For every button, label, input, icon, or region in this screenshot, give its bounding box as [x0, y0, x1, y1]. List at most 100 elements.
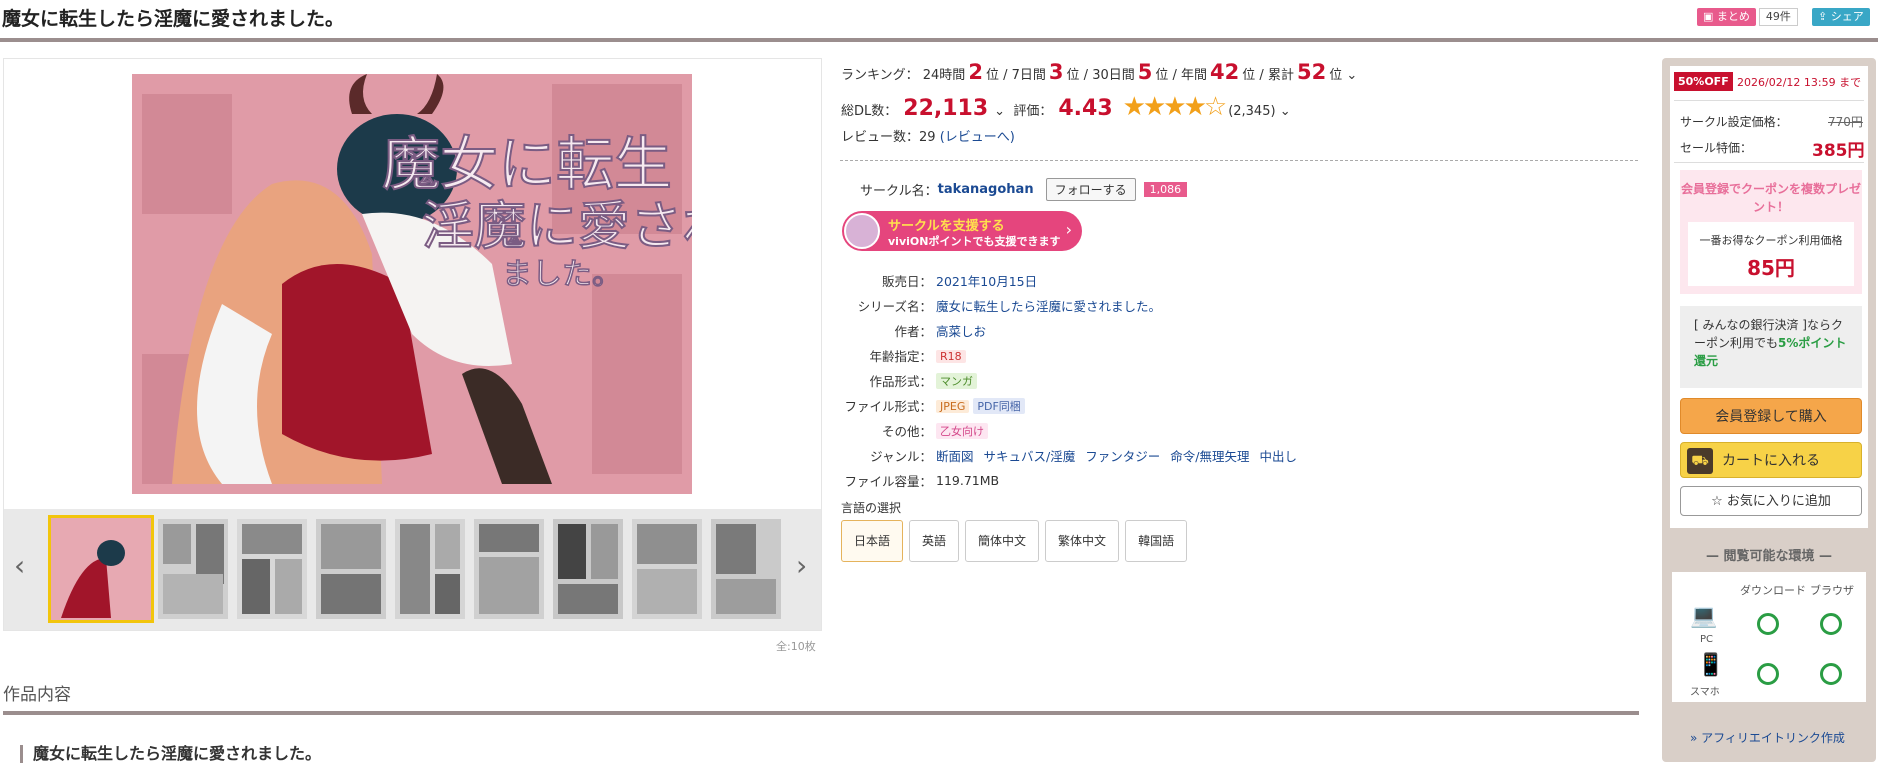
content-subtitle: 魔女に転生したら淫魔に愛されました。	[20, 745, 321, 763]
thumbnail-5[interactable]	[395, 519, 465, 619]
thumbnail-4[interactable]	[316, 519, 386, 619]
matome-button[interactable]: ▣ まとめ 49件	[1697, 8, 1798, 26]
review-link[interactable]: (レビューへ)	[940, 130, 1015, 145]
list-price: 770円	[1828, 115, 1863, 129]
rating-stars-icon: ★★★★☆	[1122, 92, 1228, 122]
release-date-link[interactable]: 2021年10月15日	[936, 274, 1037, 289]
thumbnail-1[interactable]	[48, 515, 154, 623]
rating-count: (2,345)	[1228, 104, 1276, 119]
prev-arrow-icon[interactable]: ‹	[14, 549, 25, 582]
lang-zh-hant-button[interactable]: 繁体中文	[1045, 520, 1120, 562]
age-tag[interactable]: R18	[936, 350, 966, 363]
matome-count: 49件	[1758, 8, 1798, 26]
share-button[interactable]: ⇪ シェア	[1812, 8, 1870, 26]
thumbnail-6[interactable]	[474, 519, 544, 619]
series-link[interactable]: 魔女に転生したら淫魔に愛されました。	[936, 299, 1161, 314]
file-pdf-tag[interactable]: PDF同梱	[973, 397, 1025, 414]
sale-price: 385円	[1812, 141, 1865, 161]
support-circle-banner[interactable]: サークルを支援する viviONポイントでも支援できます ›	[842, 211, 1082, 251]
add-to-favorites-button[interactable]: ☆ お気に入りに追加	[1680, 486, 1862, 516]
genre-link[interactable]: サキュバス/淫魔	[984, 449, 1076, 464]
main-cover-image[interactable]: 魔女に転生 淫魔に愛され ました。	[132, 74, 692, 494]
rating-expand-icon[interactable]: ⌄	[1276, 104, 1291, 119]
genre-link[interactable]: 断面図	[936, 449, 974, 464]
pc-browser-ok-icon	[1820, 613, 1842, 635]
coupon-label: 一番お得なクーポン利用価格	[1699, 234, 1843, 247]
smartphone-icon: 📱	[1697, 653, 1725, 678]
thumbnail-2[interactable]	[158, 519, 228, 619]
svg-text:淫魔に愛され: 淫魔に愛され	[422, 197, 692, 257]
cart-icon: ⛟	[1687, 448, 1713, 474]
thumbnail-7[interactable]	[553, 519, 623, 619]
author-link[interactable]: 高菜しお	[936, 324, 986, 339]
coupon-inner: 一番お得なクーポン利用価格 85円	[1688, 222, 1854, 286]
format-tag[interactable]: マンガ	[936, 372, 977, 389]
register-and-buy-button[interactable]: 会員登録して購入	[1680, 398, 1862, 434]
discount-badge: 50%OFF	[1674, 72, 1733, 91]
circle-avatar	[844, 213, 880, 249]
env-col-download: ダウンロード	[1740, 584, 1806, 597]
genre-link[interactable]: 命令/無理矢理	[1170, 449, 1249, 464]
env-pc-label: PC	[1700, 634, 1714, 645]
bookmark-icon: ▣	[1703, 10, 1717, 23]
download-count: 22,113	[903, 96, 989, 121]
share-icon: ⇪	[1818, 10, 1831, 23]
bank-promo[interactable]: [ みんなの銀行決済 ]ならクーポン利用でも5%ポイント還元	[1680, 306, 1862, 388]
thumbnail-8[interactable]	[632, 519, 702, 619]
sp-browser-ok-icon	[1820, 663, 1842, 685]
section-divider	[3, 711, 1639, 715]
sp-download-ok-icon	[1757, 663, 1779, 685]
lang-ja-button[interactable]: 日本語	[841, 520, 904, 562]
add-to-cart-button[interactable]: ⛟ カートに入れる	[1680, 442, 1862, 478]
image-gallery: 魔女に転生 淫魔に愛され ました。 ‹ ›	[3, 58, 822, 631]
star-outline-icon: ☆	[1711, 494, 1727, 509]
file-size: 119.71MB	[936, 473, 1000, 488]
lang-en-button[interactable]: 英語	[909, 520, 960, 562]
image-count: 全:10枚	[776, 640, 816, 653]
thumbnail-9[interactable]	[711, 519, 781, 619]
env-sp-label: スマホ	[1690, 687, 1720, 698]
coupon-headline: 会員登録でクーポンを複数プレゼント！	[1680, 182, 1861, 214]
sale-price-label: セール特価：	[1680, 141, 1753, 155]
sale-deadline: 2026/02/12 13:59 まで	[1737, 76, 1862, 89]
circle-row: サークル名： takanagohan フォローする 1,086	[860, 178, 1188, 201]
list-price-label: サークル設定価格：	[1680, 115, 1788, 129]
content-section-title: 作品内容	[3, 685, 71, 705]
genre-link[interactable]: ファンタジー	[1085, 449, 1160, 464]
language-options: 日本語 英語 簡体中文 繁体中文 韓国語	[841, 520, 1193, 562]
sidebar-divider	[1674, 162, 1864, 163]
chevron-right-icon: ›	[1065, 220, 1072, 239]
review-line: レビュー数：29 (レビューへ)	[841, 130, 1015, 145]
title-bar: 魔女に転生したら淫魔に愛されました。	[0, 0, 1878, 42]
page-title: 魔女に転生したら淫魔に愛されました。	[2, 8, 345, 30]
thumbnail-strip: ‹ ›	[4, 509, 821, 630]
lang-zh-hans-button[interactable]: 簡体中文	[965, 520, 1040, 562]
affiliate-link[interactable]: » アフィリエイトリンク作成	[1690, 729, 1845, 746]
env-col-browser: ブラウザ	[1810, 584, 1854, 597]
rating-value: 4.43	[1058, 96, 1113, 121]
svg-text:ました。: ました。	[502, 257, 622, 292]
matome-label: ▣ まとめ	[1697, 8, 1756, 26]
other-tag[interactable]: 乙女向け	[936, 422, 988, 439]
next-arrow-icon[interactable]: ›	[796, 549, 807, 582]
spec-table: 販売日： 2021年10月15日 シリーズ名： 魔女に転生したら淫魔に愛されました。…	[842, 268, 1309, 493]
genre-link[interactable]: 中出し	[1259, 449, 1297, 464]
file-jpeg-tag[interactable]: JPEG	[936, 399, 970, 413]
svg-text:魔女に転生: 魔女に転生	[382, 130, 672, 198]
env-title: — 閲覧可能な環境 —	[1705, 549, 1833, 564]
follow-button[interactable]: フォローする	[1045, 178, 1136, 201]
divider	[840, 160, 1638, 161]
pc-download-ok-icon	[1757, 613, 1779, 635]
download-expand-icon[interactable]: ⌄	[994, 104, 1005, 119]
follower-count: 1,086	[1143, 182, 1188, 197]
sidebar-divider	[1674, 100, 1864, 101]
lang-ko-button[interactable]: 韓国語	[1125, 520, 1188, 562]
ranking-expand-icon[interactable]: ⌄	[1346, 68, 1357, 83]
ranking-line: ランキング： 24時間 2 位 / 7日間 3 位 / 30日間 5 位 / 年間 42 位 /…	[841, 60, 1358, 84]
pc-icon: 💻	[1690, 604, 1718, 629]
coupon-price: 85円	[1747, 256, 1795, 280]
circle-name-link[interactable]: takanagohan	[938, 182, 1034, 197]
coupon-box[interactable]: 会員登録でクーポンを複数プレゼント！ 一番お得なクーポン利用価格 85円	[1680, 170, 1862, 294]
download-rating-line: 総DL数： 22,113 ⌄ 評価： 4.43 ★★★★☆ (2,345) ⌄	[841, 92, 1291, 122]
thumbnail-3[interactable]	[237, 519, 307, 619]
